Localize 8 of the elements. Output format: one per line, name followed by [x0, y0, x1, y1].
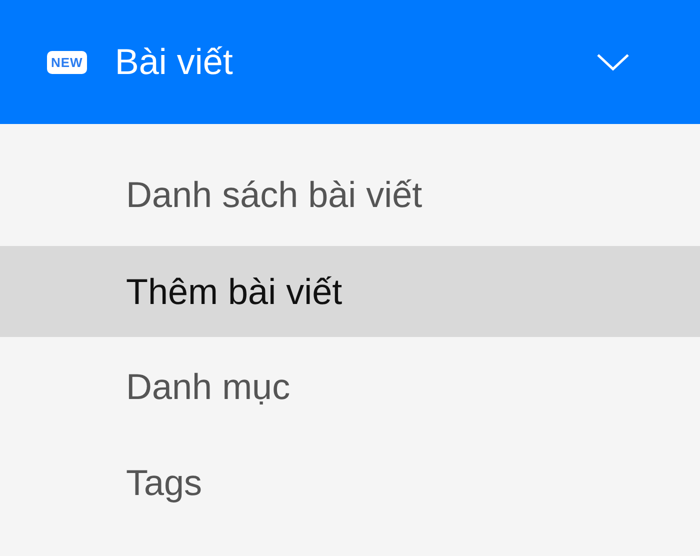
menu-header[interactable]: NEW Bài viết	[0, 0, 700, 124]
submenu-item[interactable]: Thêm bài viết	[0, 246, 700, 337]
menu-title: Bài viết	[114, 44, 233, 80]
submenu-item[interactable]: Danh mục	[0, 339, 700, 435]
submenu-item[interactable]: Tags	[0, 435, 700, 531]
submenu-item[interactable]: Danh sách bài viết	[0, 147, 700, 243]
new-badge: NEW	[47, 50, 87, 74]
chevron-icon[interactable]	[596, 52, 630, 72]
